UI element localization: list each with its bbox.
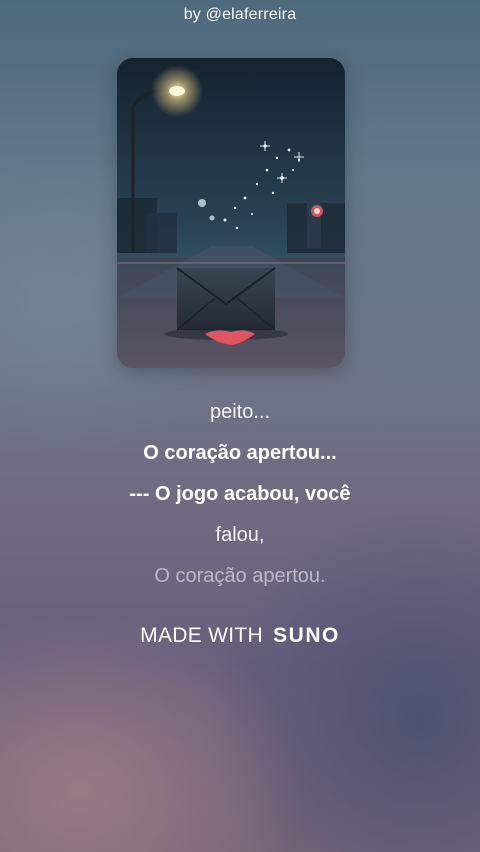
lyric-line-active: O coração apertou... — [143, 442, 337, 464]
made-with-suno-watermark: MADE WITH SUNO — [0, 624, 480, 648]
album-cover-art — [117, 58, 345, 368]
lyric-line-active: --- O jogo acabou, você — [129, 483, 351, 505]
lyric-line: peito... — [209, 401, 271, 423]
lyrics-panel: peito... O coração apertou... --- O jogo… — [0, 392, 480, 597]
lyric-line: falou, — [215, 524, 265, 546]
artist-byline[interactable]: by @elaferreira — [0, 6, 480, 24]
suno-brand-logo: SUNO — [273, 624, 340, 647]
made-with-label: MADE WITH — [140, 624, 264, 647]
lyric-line-upcoming: O coração apertou. — [154, 565, 326, 587]
